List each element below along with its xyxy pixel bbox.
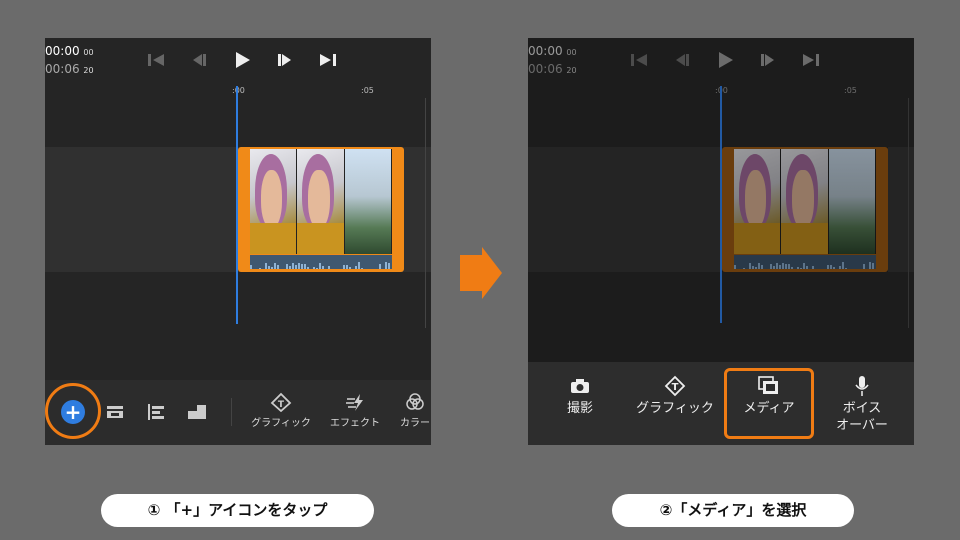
waveform-bar bbox=[250, 265, 252, 269]
menu-item-capture[interactable]: 撮影 bbox=[535, 375, 625, 417]
time-ruler[interactable]: :00 :05 bbox=[45, 86, 431, 100]
transport-controls bbox=[143, 50, 341, 70]
highlight-media-item bbox=[724, 368, 814, 439]
skip-end-icon bbox=[798, 50, 824, 70]
skip-end-icon[interactable] bbox=[315, 50, 341, 70]
menu-item-label: グラフィック bbox=[636, 401, 714, 416]
waveform-bar bbox=[313, 267, 315, 269]
toolbar-item-label: グラフィック bbox=[251, 418, 311, 429]
waveform-bar bbox=[295, 265, 297, 269]
menu-item-label: 撮影 bbox=[566, 401, 593, 416]
menu-item-label: ボイス bbox=[842, 401, 882, 416]
waveform-bar bbox=[358, 262, 360, 269]
skip-start-icon[interactable] bbox=[143, 50, 169, 70]
timecode: 00:00 00 00:06 20 bbox=[45, 43, 94, 79]
ruler-label: :05 bbox=[361, 86, 374, 95]
camera-icon bbox=[535, 375, 625, 397]
play-icon bbox=[712, 50, 738, 70]
waveform-bar bbox=[379, 264, 381, 269]
total-frames: 20 bbox=[566, 66, 577, 75]
bottom-toolbar: + T グラフィック エフェクト カラー bbox=[45, 380, 431, 445]
graphics-icon: T bbox=[245, 390, 317, 414]
skip-start-icon bbox=[626, 50, 652, 70]
waveform-bar bbox=[349, 267, 351, 269]
waveform-bar bbox=[361, 268, 363, 269]
waveform-bar bbox=[355, 266, 357, 269]
timecode: 00:00 00 00:06 20 bbox=[528, 43, 577, 79]
playhead[interactable] bbox=[236, 86, 238, 324]
audio-waveform bbox=[250, 255, 392, 269]
add-media-menu: 撮影 T グラフィック メディア ボイス オーバー bbox=[528, 362, 914, 445]
step2-caption: ②「メディア」を選択 bbox=[612, 494, 854, 527]
waveform-bar bbox=[286, 264, 288, 269]
total-time: 00:06 bbox=[45, 62, 80, 76]
align-left-icon[interactable] bbox=[146, 402, 166, 422]
toolbar-item-graphics[interactable]: T グラフィック bbox=[245, 390, 317, 429]
play-icon[interactable] bbox=[229, 50, 255, 70]
arrow-right-icon bbox=[460, 247, 502, 299]
total-frames: 20 bbox=[83, 66, 94, 75]
clip-thumbnail bbox=[250, 149, 298, 254]
dim-overlay bbox=[722, 147, 888, 272]
waveform-bar bbox=[277, 265, 279, 269]
waveform-bar bbox=[388, 263, 390, 269]
scrollbar[interactable] bbox=[425, 98, 426, 328]
toolbar-item-label: カラー bbox=[400, 418, 430, 429]
waveform-bar bbox=[385, 262, 387, 269]
waveform-bar bbox=[343, 265, 345, 269]
playhead bbox=[720, 86, 722, 323]
step-forward-icon bbox=[755, 50, 781, 70]
toolbar-divider bbox=[231, 398, 232, 426]
menu-item-label: オーバー bbox=[836, 418, 888, 433]
waveform-bar bbox=[292, 263, 294, 269]
waveform-bar bbox=[322, 266, 324, 269]
step-back-icon bbox=[669, 50, 695, 70]
scrollbar bbox=[908, 98, 909, 328]
transport-controls bbox=[626, 50, 824, 70]
waveform-bar bbox=[301, 264, 303, 269]
clip-thumbnail bbox=[297, 149, 345, 254]
waveform-bar bbox=[304, 264, 306, 269]
clip-thumbnail bbox=[344, 149, 392, 254]
microphone-icon bbox=[817, 375, 907, 397]
timeline-panel-left: 00:00 00 00:06 20 :00 :05 + T グラフィック エフェ… bbox=[45, 38, 431, 445]
total-time: 00:06 bbox=[528, 62, 563, 76]
current-frames: 00 bbox=[566, 48, 577, 57]
waveform-bar bbox=[298, 263, 300, 269]
waveform-bar bbox=[259, 268, 261, 269]
waveform-bar bbox=[271, 267, 273, 269]
color-icon bbox=[379, 390, 431, 414]
menu-item-voiceover[interactable]: ボイス オーバー bbox=[817, 375, 907, 434]
video-clip bbox=[722, 147, 888, 272]
waveform-bar bbox=[316, 268, 318, 269]
waveform-bar bbox=[307, 267, 309, 269]
ruler-label: :05 bbox=[844, 86, 857, 95]
timeline-panel-right: 00:00 00 00:06 20 :00 :05 撮影 T グラフィック bbox=[528, 38, 914, 445]
svg-text:T: T bbox=[278, 400, 285, 410]
step-back-icon[interactable] bbox=[186, 50, 212, 70]
waveform-bar bbox=[346, 265, 348, 269]
crop-icon[interactable] bbox=[187, 402, 207, 422]
highlight-add-button bbox=[45, 383, 101, 439]
video-clip[interactable] bbox=[238, 147, 404, 272]
waveform-bar bbox=[268, 266, 270, 269]
step-forward-icon[interactable] bbox=[272, 50, 298, 70]
graphics-icon: T bbox=[630, 375, 720, 397]
overlay-icon[interactable] bbox=[105, 402, 125, 422]
waveform-bar bbox=[289, 266, 291, 269]
current-frames: 00 bbox=[83, 48, 94, 57]
waveform-bar bbox=[319, 263, 321, 269]
ruler-label: :00 bbox=[232, 86, 245, 95]
menu-item-graphics[interactable]: T グラフィック bbox=[630, 375, 720, 417]
step1-caption: ① 「+」アイコンをタップ bbox=[101, 494, 374, 527]
waveform-bar bbox=[265, 263, 267, 269]
waveform-bar bbox=[328, 266, 330, 269]
current-time: 00:00 bbox=[528, 44, 563, 58]
current-time: 00:00 bbox=[45, 44, 80, 58]
svg-text:T: T bbox=[672, 382, 679, 393]
waveform-bar bbox=[274, 263, 276, 269]
toolbar-item-color[interactable]: カラー bbox=[379, 390, 431, 429]
